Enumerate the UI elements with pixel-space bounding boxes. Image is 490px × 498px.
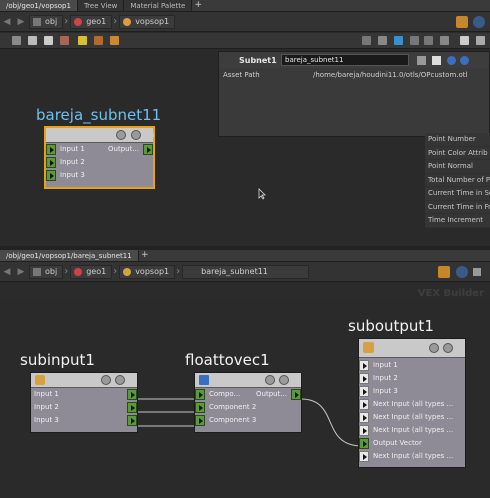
floattovec-icon (199, 375, 209, 385)
wire[interactable] (300, 398, 363, 447)
lock-flag-icon[interactable] (443, 343, 453, 353)
lock-flag-icon[interactable] (115, 375, 125, 385)
input-connector-icon[interactable] (195, 415, 205, 426)
node-header[interactable] (359, 339, 465, 358)
subinput-title: subinput1 (20, 351, 95, 369)
suboutput-title: suboutput1 (348, 317, 434, 335)
output-connector-icon[interactable] (127, 402, 137, 413)
suboutput-node[interactable]: Input 1 Input 2 Input 3 Next Input (all … (358, 338, 466, 468)
bypass-flag-icon[interactable] (265, 375, 275, 385)
display-flag-icon[interactable] (291, 375, 301, 385)
node-header[interactable] (31, 373, 137, 388)
output-connector-icon[interactable] (127, 415, 137, 426)
subinput-icon (35, 375, 45, 385)
input-connector-icon[interactable] (359, 360, 369, 371)
lock-flag-icon[interactable] (279, 375, 289, 385)
subinput-node[interactable]: Input 1 Input 2 Input 3 (30, 372, 138, 433)
bypass-flag-icon[interactable] (101, 375, 111, 385)
bypass-flag-icon[interactable] (429, 343, 439, 353)
input-connector-icon[interactable] (359, 386, 369, 397)
input-connector-icon[interactable] (359, 451, 369, 462)
input-connector-icon[interactable] (359, 425, 369, 436)
input-connector-icon[interactable] (359, 412, 369, 423)
display-flag-icon[interactable] (455, 343, 465, 353)
node-header[interactable] (195, 373, 301, 388)
input-connector-icon[interactable] (359, 399, 369, 410)
output-connector-icon[interactable] (291, 389, 301, 400)
output-connector-icon[interactable] (127, 389, 137, 400)
input-connector-icon[interactable] (359, 438, 369, 449)
display-flag-icon[interactable] (127, 375, 137, 385)
suboutput-icon (363, 342, 374, 353)
input-connector-icon[interactable] (359, 373, 369, 384)
input-connector-icon[interactable] (195, 389, 205, 400)
input-connector-icon[interactable] (195, 402, 205, 413)
floattovec-title: floattovec1 (185, 351, 270, 369)
floattovec-node[interactable]: Compo... Output... Component 2 Component… (194, 372, 302, 433)
